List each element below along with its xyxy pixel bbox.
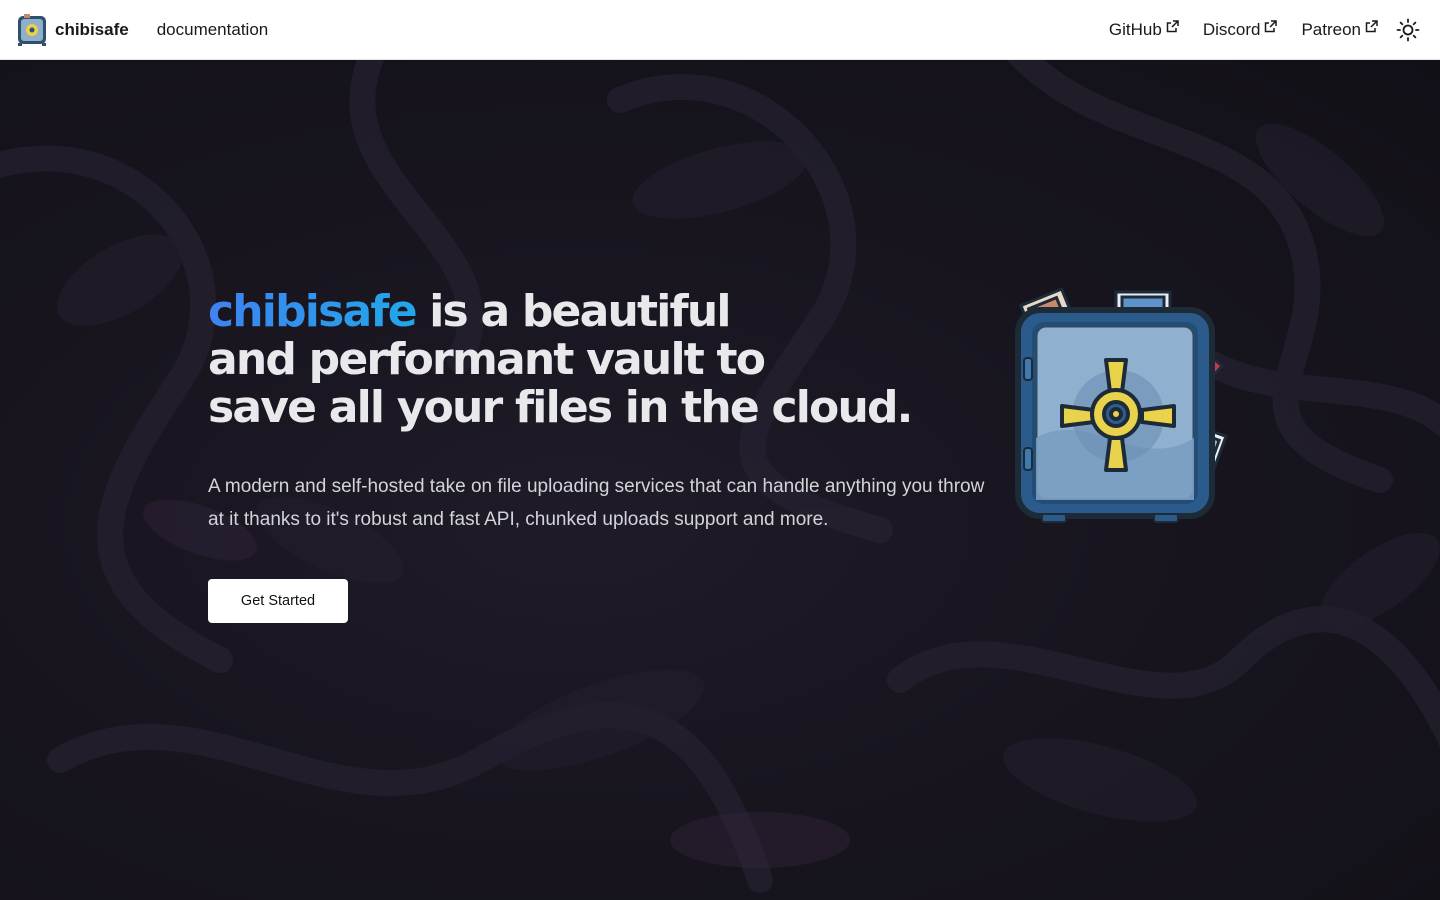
- hero-subtitle: A modern and self-hosted take on file up…: [208, 476, 985, 530]
- discord-link-label: Discord: [1202, 19, 1261, 39]
- external-links-nav: GitHub Discord Patreon: [1109, 18, 1420, 42]
- github-link[interactable]: GitHub: [1109, 20, 1179, 40]
- sun-icon[interactable]: [1396, 18, 1420, 42]
- github-link-label: GitHub: [1108, 19, 1162, 39]
- hero-title-accent: chibisafe: [208, 286, 418, 337]
- external-link-icon: [1166, 20, 1179, 33]
- hero-section: chibisafe is a beautiful and performant …: [0, 60, 1440, 900]
- get-started-button[interactable]: Get Started: [208, 579, 348, 623]
- hero-title: chibisafe is a beautiful and performant …: [208, 288, 913, 433]
- top-navigation-bar: chibisafe documentation GitHub Discord P…: [0, 0, 1440, 60]
- hero-title-line-1: chibisafe is a beautiful: [208, 288, 908, 336]
- nav-documentation-link[interactable]: documentation: [157, 20, 269, 40]
- hero-title-line-1-rest: is a beautiful: [415, 286, 731, 337]
- patreon-link-label: Patreon: [1301, 19, 1361, 39]
- patreon-link[interactable]: Patreon: [1301, 20, 1378, 40]
- hero-title-line-3: save all your files in the cloud.: [208, 382, 913, 433]
- external-link-icon: [1365, 20, 1378, 33]
- hero-title-line-2: and performant vault to: [208, 334, 766, 385]
- brand-home-link[interactable]: chibisafe: [17, 13, 129, 46]
- chibisafe-logo-icon: [18, 13, 46, 46]
- safe-vault-illustration: [1015, 288, 1228, 523]
- discord-link[interactable]: Discord: [1203, 20, 1278, 40]
- brand-name: chibisafe: [55, 19, 129, 39]
- external-link-icon: [1265, 20, 1278, 33]
